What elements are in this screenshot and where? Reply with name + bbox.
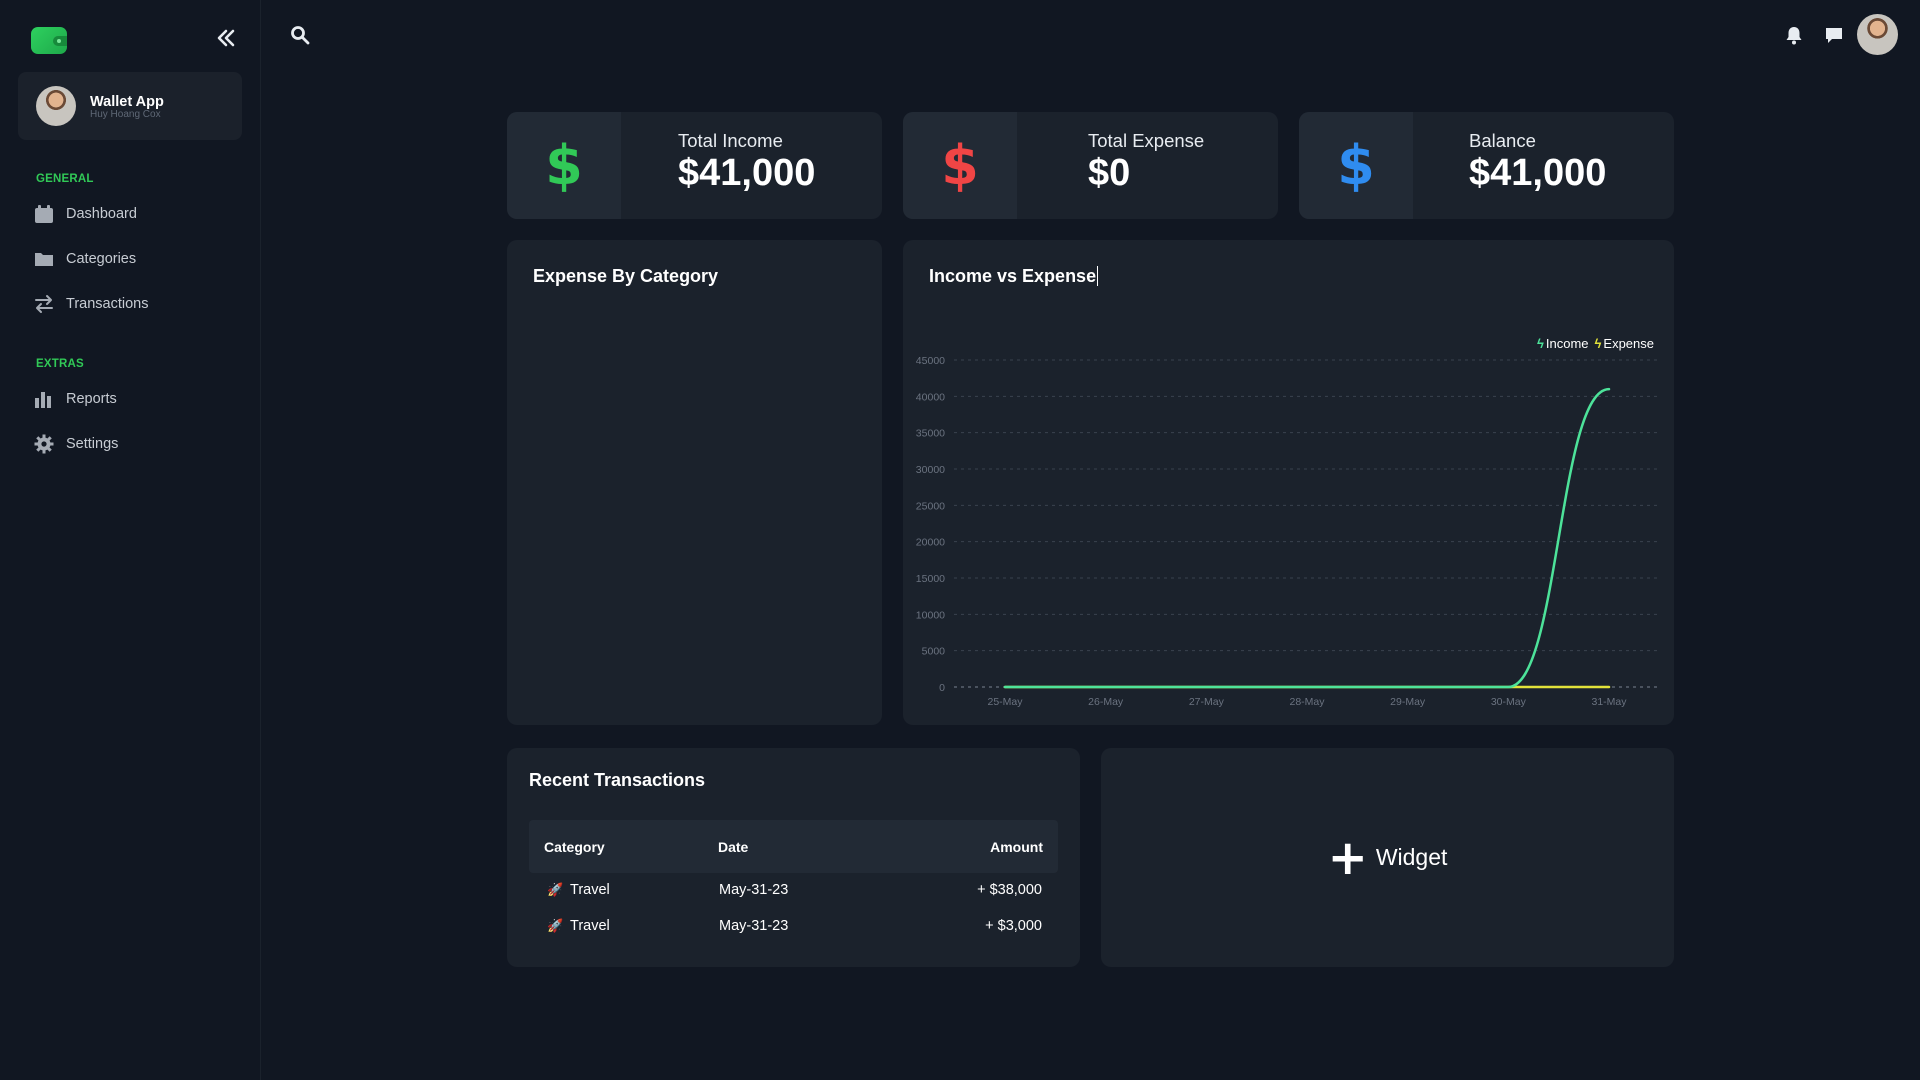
sidebar-item-dashboard[interactable]: Dashboard	[34, 204, 137, 224]
sidebar-item-categories[interactable]: Categories	[34, 249, 136, 269]
dollar-icon: $	[1299, 112, 1413, 219]
table-row[interactable]: 🚀 Travel May-31-23 + $38,000	[529, 876, 1058, 906]
section-title-general: GENERAL	[36, 173, 94, 185]
stat-value: $41,000	[678, 152, 816, 194]
rocket-icon: 🚀	[547, 882, 564, 897]
stat-label: Balance	[1469, 130, 1536, 151]
sidebar-item-label: Dashboard	[66, 206, 137, 222]
x-tick-label: 28-May	[1289, 696, 1325, 708]
cell-category: Travel	[570, 918, 610, 934]
income-expense-chart: 0 5000 10000 15000 20000 25000 30000 35000 40000…	[916, 355, 1661, 708]
dollar-icon: $	[903, 112, 1017, 219]
panel-title: Expense By Category	[533, 266, 719, 286]
recent-transactions-panel: Recent Transactions Category Date Amount…	[507, 748, 1080, 967]
stat-card-total-expense: $ Total Expense $0	[903, 112, 1278, 219]
transfer-arrows-icon	[35, 295, 53, 313]
calendar-icon	[35, 205, 53, 223]
sidebar-item-transactions[interactable]: Transactions	[34, 294, 148, 314]
stat-card-balance: $ Balance $41,000	[1299, 112, 1674, 219]
y-tick-label: 10000	[916, 609, 945, 621]
user-avatar[interactable]	[1857, 14, 1898, 55]
sidebar-item-settings[interactable]: Settings	[34, 434, 118, 454]
add-widget-button[interactable]: + Widget	[1101, 748, 1674, 967]
cell-date: May-31-23	[719, 882, 789, 898]
income-vs-expense-panel: Income vs Expense ϟ Income ϟ Expense 0 5000…	[903, 240, 1674, 725]
section-title-extras: EXTRAS	[36, 358, 84, 370]
column-header-category[interactable]: Category	[544, 839, 605, 855]
x-tick-label: 31-May	[1591, 696, 1627, 708]
profile-card[interactable]: Wallet App Huy Hoang Cox	[18, 72, 242, 140]
wallet-logo-icon[interactable]	[31, 27, 67, 54]
y-tick-label: 35000	[916, 428, 945, 440]
table-row[interactable]: 🚀 Travel May-31-23 + $3,000	[529, 912, 1058, 942]
plus-icon: +	[1327, 829, 1368, 886]
stat-value: $0	[1088, 152, 1131, 194]
x-tick-label: 30-May	[1491, 696, 1527, 708]
x-tick-label: 29-May	[1390, 696, 1426, 708]
x-tick-label: 26-May	[1088, 696, 1124, 708]
avatar	[36, 86, 76, 126]
y-tick-label: 25000	[916, 500, 945, 512]
stat-label: Total Expense	[1088, 130, 1205, 151]
y-tick-label: 5000	[922, 646, 946, 658]
collapse-sidebar-icon[interactable]	[214, 26, 238, 50]
gear-icon	[34, 434, 54, 454]
widget-label: Widget	[1375, 844, 1448, 870]
y-tick-label: 0	[939, 682, 945, 694]
app-name: Wallet App	[90, 94, 164, 110]
x-tick-label: 25-May	[987, 696, 1023, 708]
bell-icon[interactable]	[1784, 25, 1804, 45]
y-tick-label: 40000	[916, 391, 945, 403]
bar-chart-icon	[35, 392, 51, 408]
search-icon[interactable]	[290, 25, 310, 45]
y-tick-label: 45000	[916, 355, 945, 367]
stat-label: Total Income	[678, 130, 783, 151]
sidebar: Wallet App Huy Hoang Cox GENERAL Dashboa…	[0, 0, 261, 1080]
folder-icon	[35, 253, 53, 266]
cell-date: May-31-23	[719, 918, 789, 934]
sidebar-item-label: Transactions	[66, 296, 149, 312]
y-tick-label: 20000	[916, 537, 945, 549]
cell-amount: + $3,000	[985, 918, 1042, 934]
stat-card-total-income: $ Total Income $41,000	[507, 112, 882, 219]
x-tick-label: 27-May	[1189, 696, 1225, 708]
sidebar-item-reports[interactable]: Reports	[34, 389, 117, 409]
y-tick-label: 30000	[916, 464, 945, 476]
stat-value: $41,000	[1469, 152, 1607, 194]
column-header-amount[interactable]: Amount	[990, 839, 1043, 855]
cell-amount: + $38,000	[977, 882, 1042, 898]
chat-icon[interactable]	[1824, 25, 1844, 45]
sidebar-item-label: Settings	[66, 436, 119, 452]
series-line-income	[1003, 387, 1611, 689]
dollar-icon: $	[507, 112, 621, 219]
y-tick-label: 15000	[916, 573, 945, 585]
expense-by-category-panel: Expense By Category	[507, 240, 882, 725]
user-name: Huy Hoang Cox	[90, 109, 161, 120]
sidebar-item-label: Reports	[66, 391, 117, 407]
sidebar-item-label: Categories	[66, 251, 137, 267]
cell-category: Travel	[570, 882, 610, 898]
panel-title: Recent Transactions	[529, 770, 706, 790]
table-header: Category Date Amount	[529, 820, 1058, 873]
rocket-icon: 🚀	[547, 918, 564, 933]
column-header-date[interactable]: Date	[718, 839, 748, 855]
